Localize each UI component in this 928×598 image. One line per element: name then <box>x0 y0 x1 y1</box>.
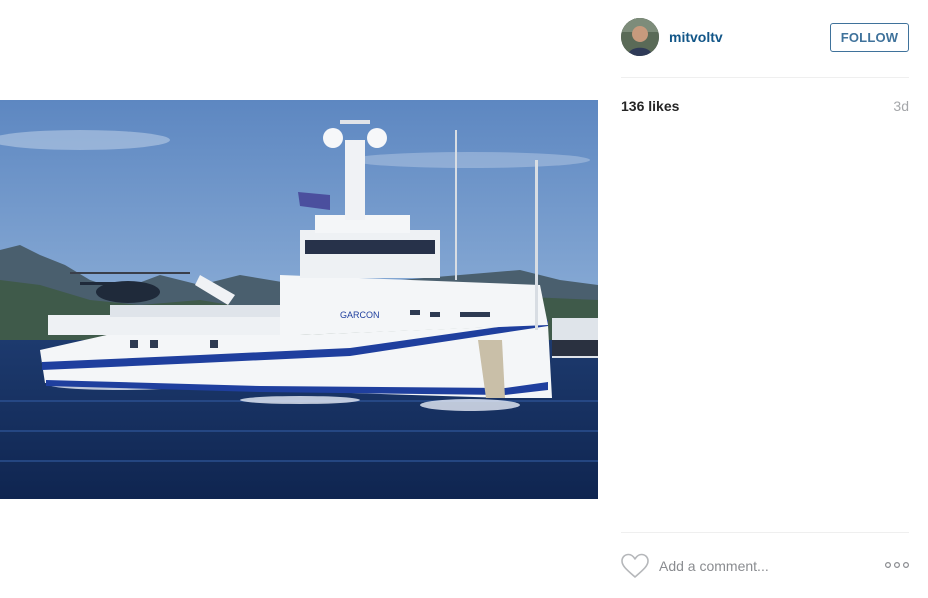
header-divider <box>621 77 909 78</box>
post-header: mitvoltv FOLLOW <box>621 18 909 60</box>
avatar[interactable] <box>621 18 659 56</box>
post-image: GARCON <box>0 100 598 499</box>
post-sidebar: mitvoltv FOLLOW 136 likes 3d <box>621 0 909 598</box>
post-photo: GARCON <box>0 100 598 499</box>
likes-count[interactable]: 136 likes <box>621 98 679 114</box>
username-link[interactable]: mitvoltv <box>669 29 723 45</box>
actions-divider <box>621 532 909 533</box>
more-options-icon[interactable] <box>885 559 909 571</box>
post-timestamp[interactable]: 3d <box>893 98 909 114</box>
hull-name-text: GARCON <box>340 310 380 320</box>
post-actions <box>621 550 909 582</box>
add-comment-input[interactable] <box>659 555 869 577</box>
follow-button[interactable]: FOLLOW <box>830 23 909 52</box>
heart-outline-icon[interactable] <box>621 553 649 579</box>
avatar-image-icon <box>621 18 659 56</box>
